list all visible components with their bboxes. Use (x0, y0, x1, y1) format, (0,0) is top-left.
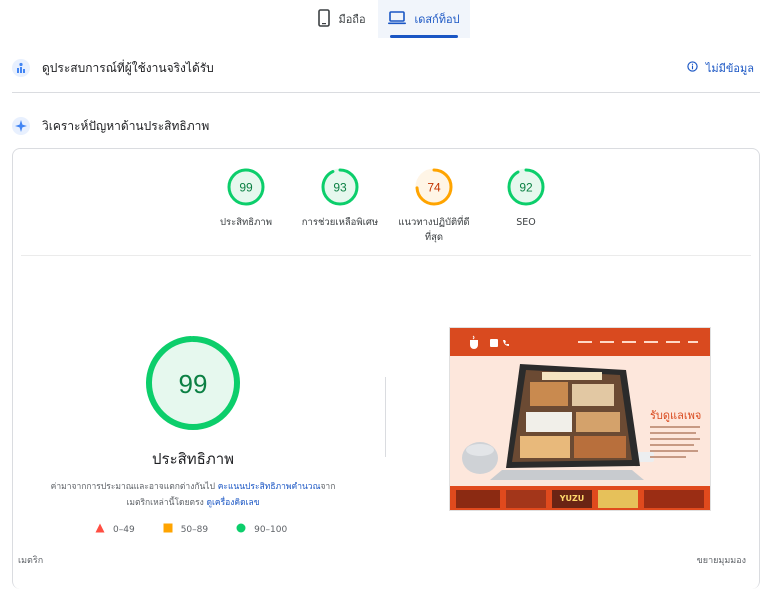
performance-title: ประสิทธิภาพ (151, 450, 235, 468)
users-chart-icon (12, 59, 30, 77)
facebook-icon (490, 339, 498, 347)
score-calculation-link[interactable]: คะแนนประสิทธิภาพคำนวณ (218, 482, 321, 492)
gauge-ring: 99 (227, 168, 265, 206)
tab-mobile[interactable]: มือถือ (306, 0, 378, 38)
legend-average: 50–89 (163, 523, 208, 536)
gauge-score: 99 (239, 181, 253, 195)
screenshot-strip-label: YUZU (552, 490, 592, 508)
section-divider (12, 92, 760, 93)
page-screenshot[interactable]: รับดูแลเพจ YUZU (449, 327, 711, 511)
tab-desktop-label: เดสก์ท็อป (414, 13, 460, 26)
gauge-seo[interactable]: 92 SEO (471, 167, 581, 230)
phone-icon (318, 8, 331, 30)
score-legend: 0–49 50–89 90–100 (95, 523, 307, 536)
performance-gauge-large: 99 (146, 336, 240, 430)
performance-score: 99 (179, 369, 208, 399)
gauge-score: 92 (519, 181, 533, 195)
score-description: ค่ามาจากการประมาณและอาจแตกต่างกันไป คะแน… (50, 482, 336, 508)
triangle-icon (95, 523, 105, 536)
lab-data-title: วิเคราะห์ปัญหาด้านประสิทธิภาพ (42, 118, 210, 133)
screenshot-bottom-strip: YUZU (450, 486, 710, 510)
gauge-ring: 92 (507, 168, 545, 206)
field-data-title: ดูประสบการณ์ที่ผู้ใช้งานจริงได้รับ (42, 60, 214, 75)
sparkle-icon (12, 117, 30, 135)
gauge-score: 74 (427, 181, 441, 195)
expand-view-button[interactable]: ขยายมุมมอง (697, 553, 746, 567)
info-icon (687, 61, 698, 75)
tab-mobile-label: มือถือ (338, 13, 366, 26)
metrics-label: เมตริก (18, 556, 44, 566)
gauge-label: SEO (516, 217, 536, 228)
calculator-link[interactable]: ดูเครื่องคิดเลข (206, 498, 259, 508)
legend-fail: 0–49 (95, 523, 135, 536)
square-icon (163, 523, 173, 536)
card-divider (21, 255, 751, 256)
report-card: 99 ประสิทธิภาพ 93 การช่วยเหลือพิเศษ 74 แ… (12, 148, 760, 589)
vertical-separator (385, 377, 386, 457)
svg-text:รับดูแลเพจ: รับดูแลเพจ (650, 410, 701, 422)
lab-data-section: วิเคราะห์ปัญหาด้านประสิทธิภาพ (12, 112, 760, 140)
tab-desktop[interactable]: เดสก์ท็อป (378, 0, 470, 38)
screenshot-hero: รับดูแลเพจ (450, 356, 710, 482)
no-data-link[interactable]: ไม่มีข้อมูล (687, 54, 754, 82)
screenshot-navbar (450, 328, 710, 356)
phone-call-icon (503, 340, 509, 346)
cup-logo-icon (470, 335, 478, 349)
gauge-ring: 93 (321, 168, 359, 206)
nav-links (578, 341, 698, 343)
device-tabs: มือถือ เดสก์ท็อป (0, 0, 768, 38)
legend-pass: 90–100 (236, 523, 287, 536)
active-tab-indicator (390, 35, 458, 38)
gauge-score: 93 (333, 181, 347, 195)
tablet-mockup-image: รับดูแลเพจ (462, 364, 701, 480)
no-data-label: ไม่มีข้อมูล (705, 62, 754, 75)
gauge-ring: 74 (415, 168, 453, 206)
laptop-icon (388, 10, 407, 28)
field-data-section[interactable]: ดูประสบการณ์ที่ผู้ใช้งานจริงได้รับ ไม่มี… (12, 54, 760, 82)
circle-icon (236, 523, 246, 536)
